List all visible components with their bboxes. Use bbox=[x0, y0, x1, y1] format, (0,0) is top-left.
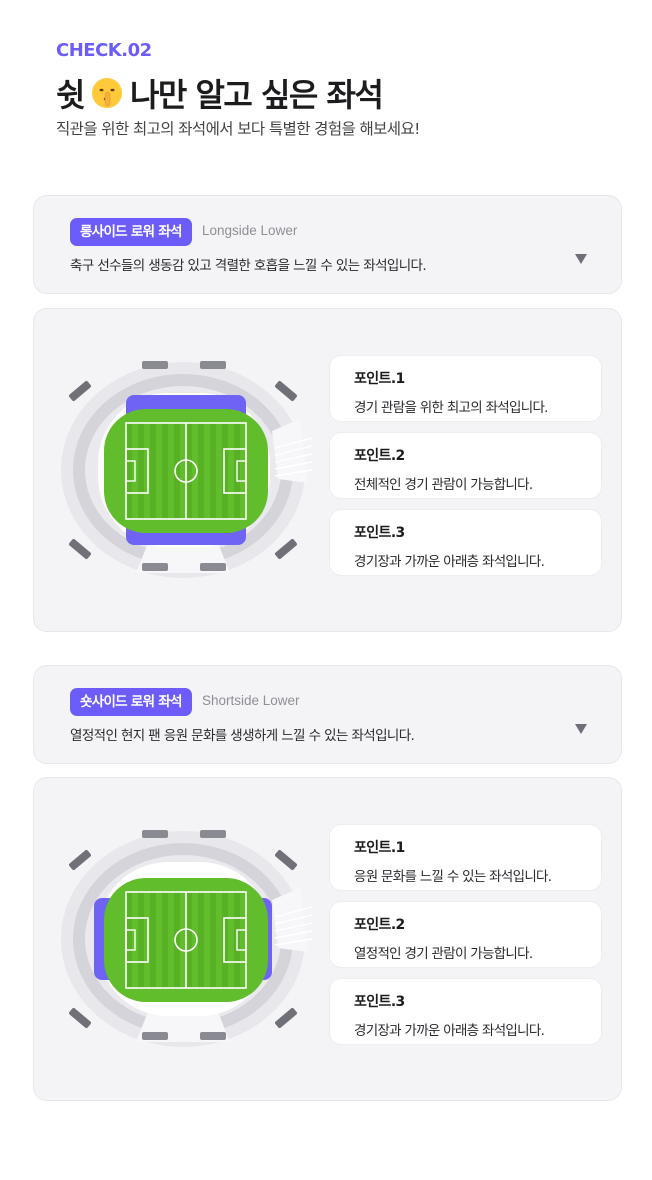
seat-detail-panel-shortside: 포인트.1 응원 문화를 느낄 수 있는 좌석입니다. 포인트.2 열정적인 경… bbox=[33, 777, 622, 1101]
section-check-label: CHECK.02 bbox=[56, 40, 152, 61]
chevron-down-icon[interactable] bbox=[575, 254, 587, 264]
point-card: 포인트.2 전체적인 경기 관람이 가능합니다. bbox=[329, 432, 602, 499]
seat-english-name: Longside Lower bbox=[202, 223, 298, 238]
point-label: 포인트.2 bbox=[354, 448, 405, 464]
point-label: 포인트.3 bbox=[354, 994, 405, 1010]
point-label: 포인트.1 bbox=[354, 840, 405, 856]
point-text: 열정적인 경기 관람이 가능합니다. bbox=[354, 946, 533, 962]
point-card: 포인트.2 열정적인 경기 관람이 가능합니다. bbox=[329, 901, 602, 968]
point-label: 포인트.3 bbox=[354, 525, 405, 541]
point-text: 경기장과 가까운 아래층 좌석입니다. bbox=[354, 1023, 545, 1039]
point-label: 포인트.2 bbox=[354, 917, 405, 933]
seat-english-name: Shortside Lower bbox=[202, 693, 300, 708]
stadium-map-longside bbox=[61, 361, 313, 578]
point-text: 경기 관람을 위한 최고의 좌석입니다. bbox=[354, 400, 548, 416]
point-text: 응원 문화를 느낄 수 있는 좌석입니다. bbox=[354, 869, 552, 885]
title-part1: 쉿 bbox=[56, 76, 85, 114]
point-text: 경기장과 가까운 아래층 좌석입니다. bbox=[354, 554, 545, 570]
seat-detail-panel-longside: 포인트.1 경기 관람을 위한 최고의 좌석입니다. 포인트.2 전체적인 경기… bbox=[33, 308, 622, 632]
point-card: 포인트.1 응원 문화를 느낄 수 있는 좌석입니다. bbox=[329, 824, 602, 891]
point-card: 포인트.3 경기장과 가까운 아래층 좌석입니다. bbox=[329, 509, 602, 576]
stadium-map-shortside bbox=[61, 830, 313, 1047]
point-label: 포인트.1 bbox=[354, 371, 405, 387]
accordion-header-longside[interactable]: 롱사이드 로워 좌석 Longside Lower 축구 선수들의 생동감 있고… bbox=[33, 195, 622, 294]
point-card: 포인트.1 경기 관람을 위한 최고의 좌석입니다. bbox=[329, 355, 602, 422]
seat-description: 열정적인 현지 팬 응원 문화를 생생하게 느낄 수 있는 좌석입니다. bbox=[70, 728, 415, 744]
point-text: 전체적인 경기 관람이 가능합니다. bbox=[354, 477, 533, 493]
page-subtitle: 직관을 위한 최고의 좌석에서 보다 특별한 경험을 해보세요! bbox=[56, 120, 420, 138]
chevron-down-icon[interactable] bbox=[575, 724, 587, 734]
accordion-header-shortside[interactable]: 숏사이드 로워 좌석 Shortside Lower 열정적인 현지 팬 응원 … bbox=[33, 665, 622, 764]
seat-badge: 롱사이드 로워 좌석 bbox=[70, 218, 192, 246]
title-part2: 나만 알고 싶은 좌석 bbox=[129, 76, 384, 114]
point-card: 포인트.3 경기장과 가까운 아래층 좌석입니다. bbox=[329, 978, 602, 1045]
seat-description: 축구 선수들의 생동감 있고 격렬한 호흡을 느낄 수 있는 좌석입니다. bbox=[70, 258, 427, 274]
seat-badge: 숏사이드 로워 좌석 bbox=[70, 688, 192, 716]
shushing-face-icon bbox=[91, 78, 122, 108]
page-title: 쉿 나만 알고 싶은 좌석 bbox=[56, 70, 384, 116]
